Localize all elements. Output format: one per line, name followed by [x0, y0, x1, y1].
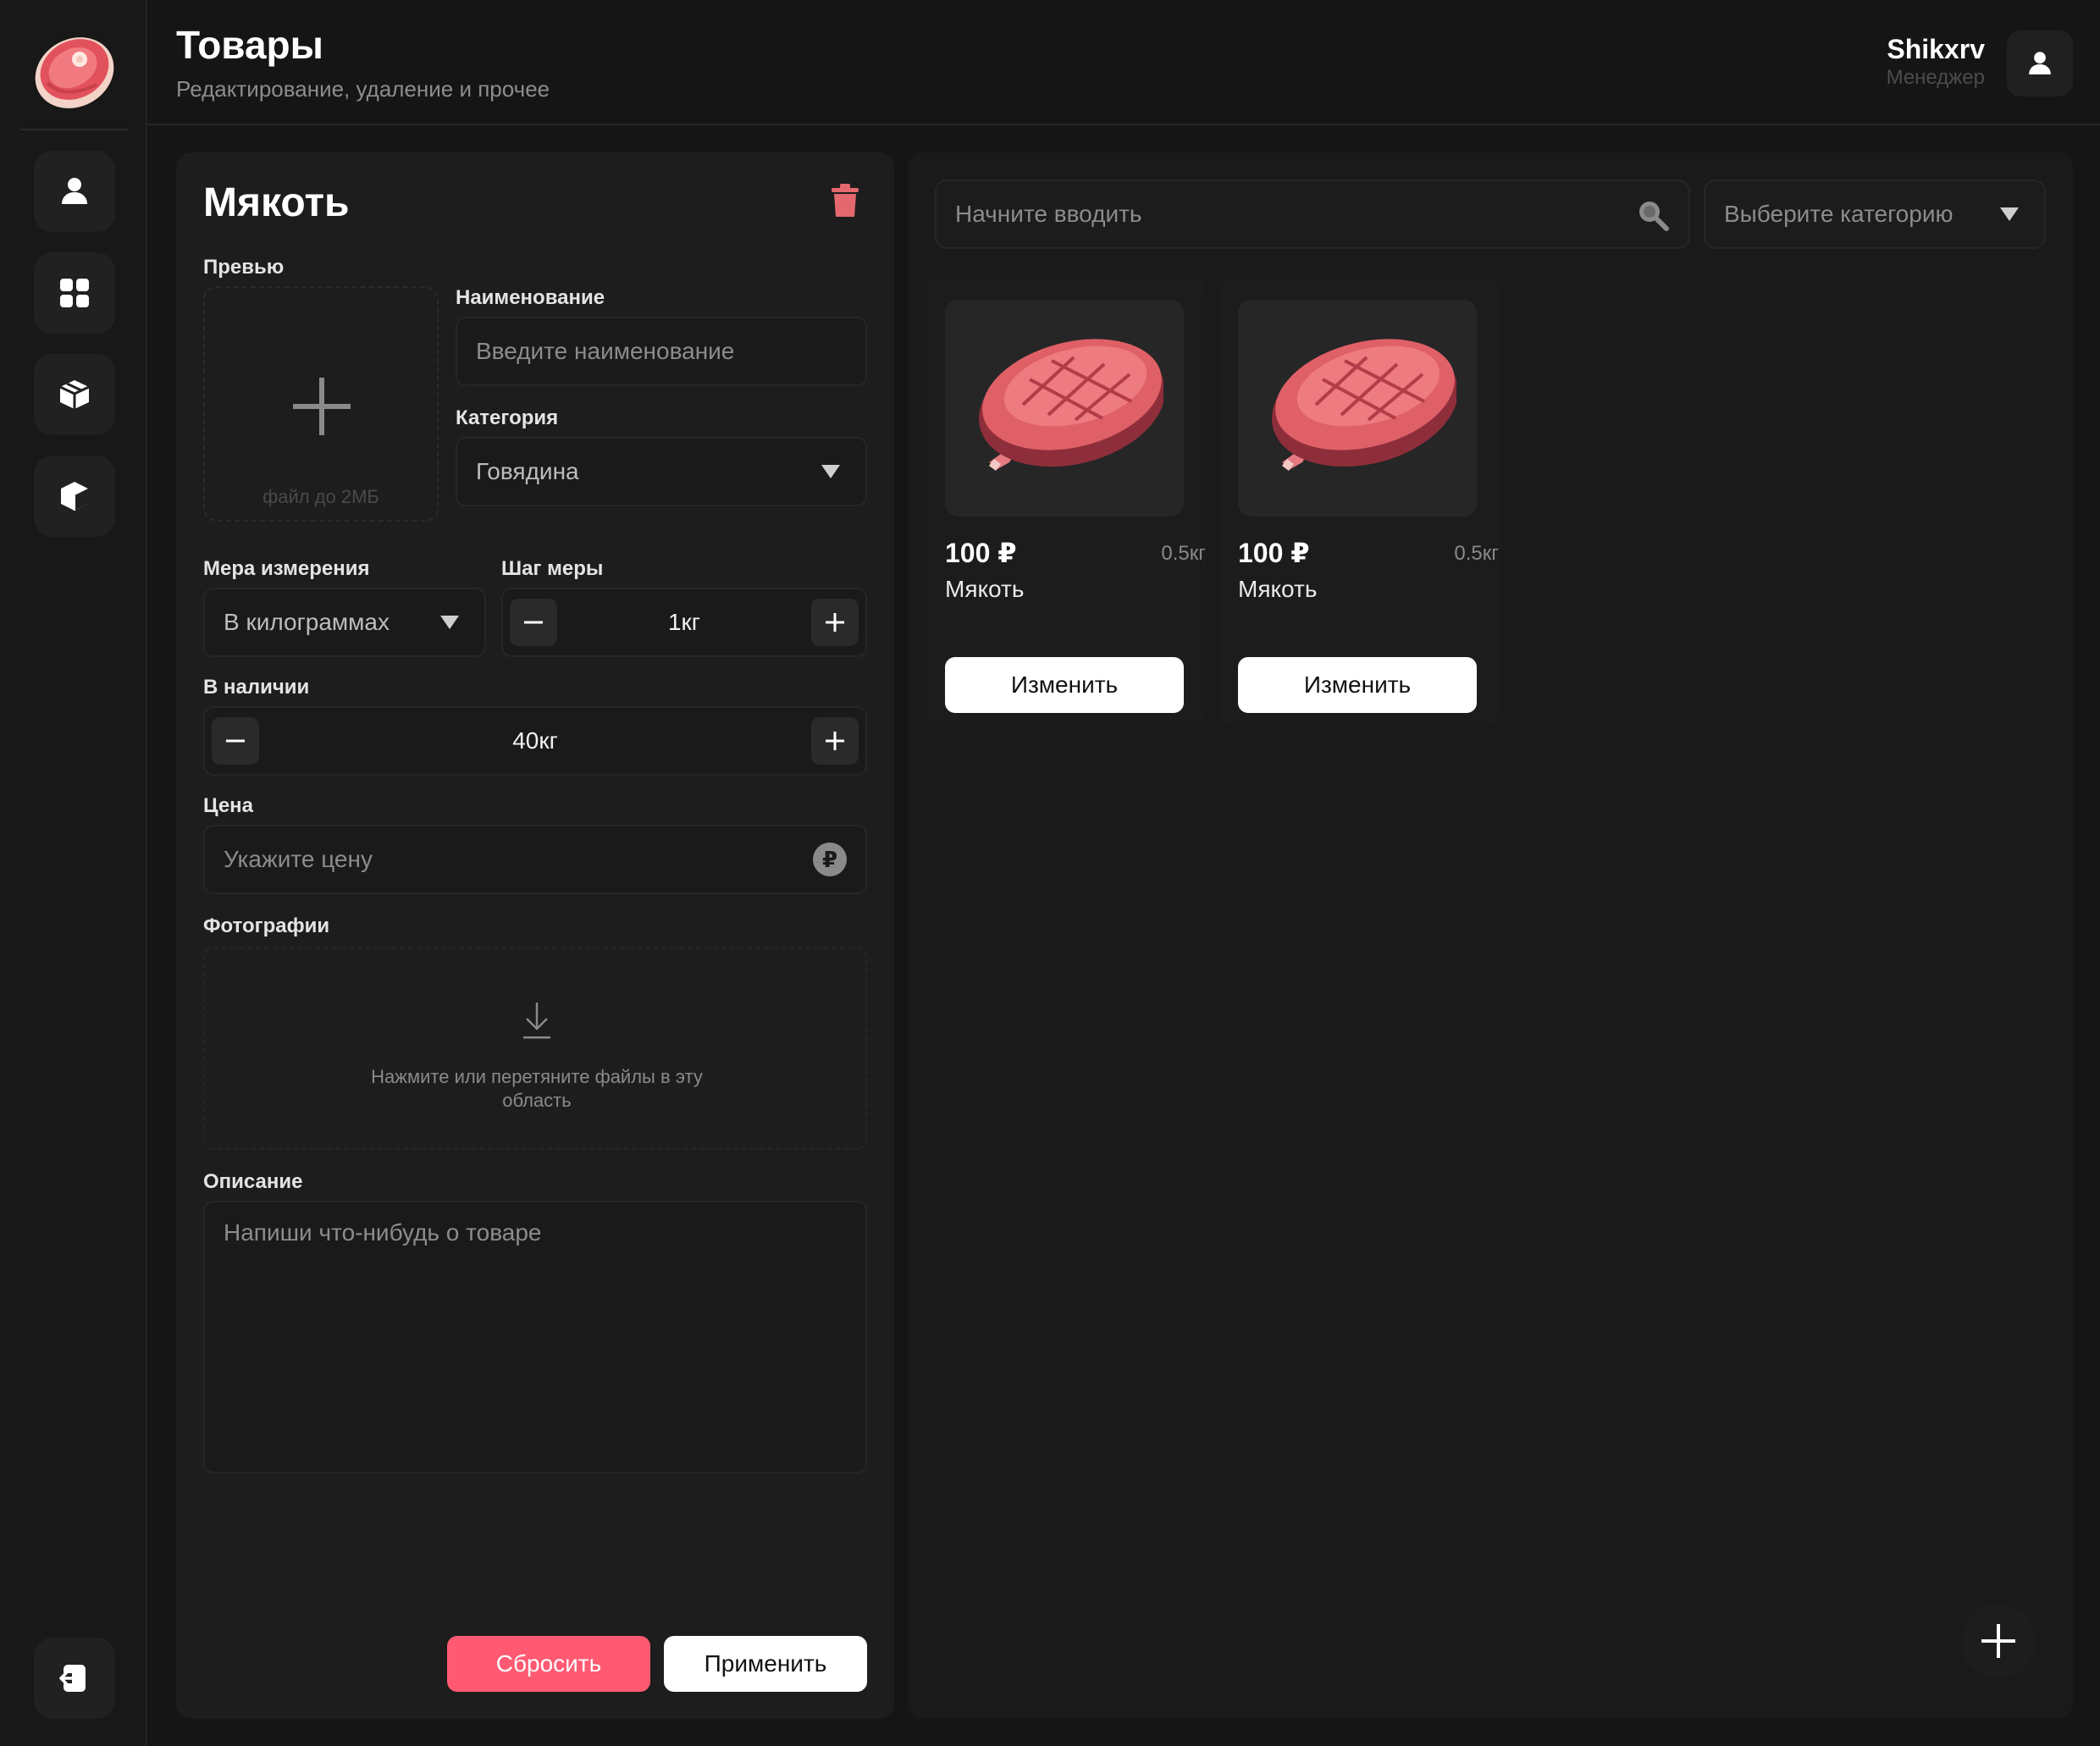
- user-role: Менеджер: [1886, 66, 1985, 89]
- plus-icon: [826, 732, 844, 750]
- product-image: [945, 300, 1184, 517]
- sidebar-item-dashboard[interactable]: [34, 252, 115, 334]
- product-image: [1238, 300, 1477, 517]
- product-editor: Мякоть Превью файл до 2МБ Наименование В…: [176, 152, 894, 1719]
- stock-decrement-button[interactable]: [212, 717, 259, 765]
- header: Товары Редактирование, удаление и прочее…: [147, 0, 2100, 125]
- boxes-icon: [59, 380, 90, 409]
- stock-value: 40кг: [512, 727, 558, 754]
- minus-icon: [524, 621, 543, 624]
- category-select[interactable]: Говядина: [456, 437, 867, 506]
- step-stepper[interactable]: 1кг: [501, 588, 867, 657]
- user-name: Shikxrv: [1887, 34, 1985, 64]
- step-decrement-button[interactable]: [510, 599, 557, 646]
- measure-label: Мера измерения: [203, 557, 370, 580]
- product-name: Мякоть: [945, 576, 1025, 602]
- product-card: 100 ₽ 0.5кг Мякоть Изменить: [1219, 278, 1499, 727]
- trash-icon[interactable]: [830, 183, 860, 218]
- edit-product-button[interactable]: Изменить: [1238, 657, 1477, 713]
- description-label: Описание: [203, 1170, 303, 1193]
- stock-stepper[interactable]: 40кг: [203, 706, 867, 776]
- product-price: 100 ₽: [945, 538, 1017, 568]
- download-icon: [523, 1003, 550, 1039]
- user-icon: [62, 178, 87, 204]
- plus-icon: [293, 378, 351, 435]
- plus-icon: [826, 613, 844, 632]
- user-icon: [2029, 52, 2051, 75]
- apply-button[interactable]: Применить: [664, 1636, 867, 1692]
- editor-title: Мякоть: [203, 180, 350, 225]
- category-filter-placeholder: Выберите категорию: [1724, 201, 1954, 227]
- edit-product-button[interactable]: Изменить: [945, 657, 1184, 713]
- chevron-down-icon: [440, 616, 459, 629]
- search-input[interactable]: Начните вводить: [935, 180, 1690, 249]
- measure-value: В килограммах: [224, 609, 390, 635]
- steak-icon: [1272, 339, 1456, 471]
- sidebar-item-products[interactable]: [34, 354, 115, 435]
- page-title: Товары: [176, 23, 323, 67]
- category-label: Категория: [456, 406, 559, 429]
- product-name: Мякоть: [1238, 576, 1318, 602]
- photos-label: Фотографии: [203, 914, 330, 937]
- preview-label: Превью: [203, 256, 285, 279]
- description-textarea[interactable]: Напиши что-нибудь о товаре: [203, 1201, 867, 1473]
- plus-icon: [1981, 1624, 2015, 1658]
- product-weight: 0.5кг: [1161, 542, 1206, 565]
- product-card: 100 ₽ 0.5кг Мякоть Изменить: [926, 278, 1206, 727]
- reset-button[interactable]: Сбросить: [447, 1636, 650, 1692]
- grid-icon: [60, 279, 89, 307]
- chevron-down-icon: [2000, 207, 2019, 221]
- name-label: Наименование: [456, 286, 605, 309]
- stock-label: В наличии: [203, 676, 310, 699]
- product-price: 100 ₽: [1238, 538, 1310, 568]
- photos-dropzone[interactable]: Нажмите или перетяните файлы в эту облас…: [203, 947, 867, 1150]
- stock-increment-button[interactable]: [811, 717, 859, 765]
- logout-button[interactable]: [34, 1638, 115, 1719]
- photos-hint: Нажмите или перетяните файлы в эту облас…: [371, 1066, 703, 1111]
- sidebar-divider: [20, 129, 129, 130]
- step-label: Шаг меры: [501, 557, 604, 580]
- sidebar-item-users[interactable]: [34, 151, 115, 232]
- category-filter-select[interactable]: Выберите категорию: [1704, 180, 2046, 249]
- ruble-icon: ₽: [813, 843, 847, 876]
- chevron-down-icon: [821, 465, 840, 478]
- sidebar-item-inventory[interactable]: [34, 456, 115, 537]
- name-placeholder: Введите наименование: [476, 338, 735, 364]
- price-placeholder: Укажите цену: [224, 846, 373, 872]
- price-input[interactable]: Укажите цену ₽: [203, 825, 867, 894]
- preview-upload[interactable]: файл до 2МБ: [203, 286, 439, 522]
- logout-icon: [59, 1665, 86, 1692]
- step-increment-button[interactable]: [811, 599, 859, 646]
- cube-icon: [61, 482, 88, 511]
- steak-icon: [979, 339, 1163, 471]
- page-subtitle: Редактирование, удаление и прочее: [176, 76, 550, 102]
- search-placeholder: Начните вводить: [955, 201, 1142, 227]
- product-catalog: Начните вводить Выберите категорию 100 ₽…: [908, 152, 2073, 1719]
- logo-icon: [35, 37, 114, 108]
- sidebar: [0, 0, 147, 1746]
- avatar-button[interactable]: [2007, 30, 2073, 97]
- preview-hint: файл до 2МБ: [262, 486, 379, 507]
- price-label: Цена: [203, 794, 254, 817]
- measure-select[interactable]: В килограммах: [203, 588, 486, 657]
- search-icon[interactable]: [1636, 198, 1670, 232]
- description-placeholder: Напиши что-нибудь о товаре: [224, 1219, 542, 1246]
- name-input[interactable]: Введите наименование: [456, 317, 867, 386]
- minus-icon: [226, 739, 245, 743]
- add-product-button[interactable]: [1961, 1604, 2036, 1678]
- product-weight: 0.5кг: [1454, 542, 1499, 565]
- category-value: Говядина: [476, 458, 579, 484]
